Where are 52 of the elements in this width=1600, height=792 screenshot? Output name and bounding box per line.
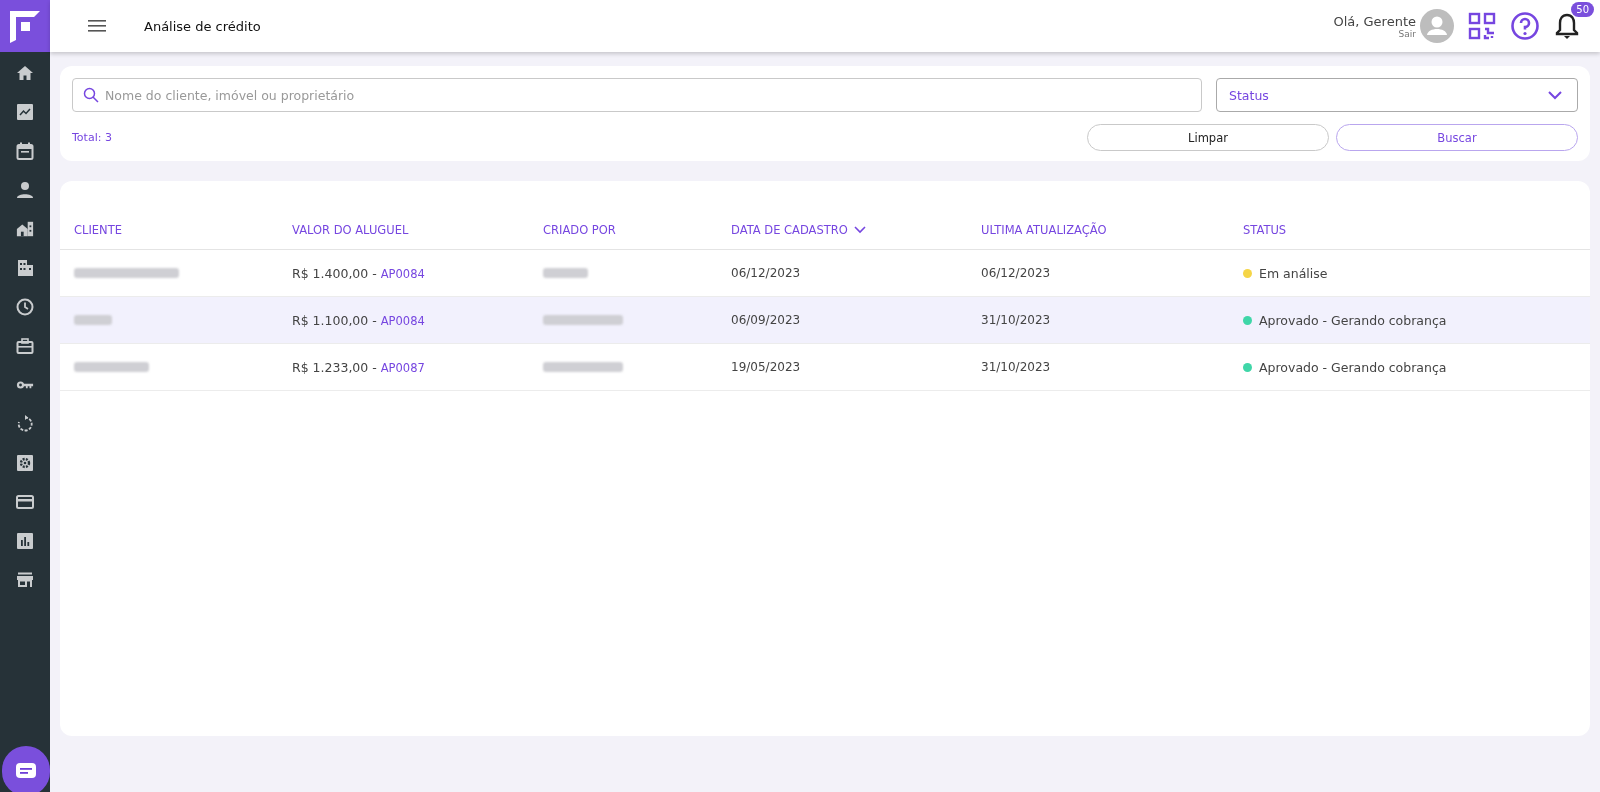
credit-card-icon[interactable] (16, 493, 34, 511)
clear-button[interactable]: Limpar (1087, 124, 1329, 151)
store-icon[interactable] (16, 571, 34, 589)
notification-badge: 50 (1571, 2, 1594, 17)
rent-value: R$ 1.400,00 - AP0084 (292, 265, 425, 281)
column-header: CRIADO POR (543, 223, 616, 237)
column-header: CLIENTE (74, 223, 122, 237)
column-header: STATUS (1243, 223, 1287, 237)
qr-code-icon[interactable] (1468, 12, 1496, 40)
calendar-icon[interactable] (16, 142, 34, 160)
greeting-text: Olá, Gerente (1333, 13, 1416, 29)
refresh-icon[interactable] (16, 415, 34, 433)
person-icon[interactable] (16, 181, 34, 199)
redacted-text (74, 315, 112, 325)
rent-value: R$ 1.233,00 - AP0087 (292, 359, 425, 375)
total-count: Total: 3 (72, 131, 112, 144)
logout-link[interactable]: Sair (1398, 28, 1416, 39)
column-header: ULTIMA ATUALIZAÇÃO (981, 223, 1107, 237)
chevron-down-icon (1547, 90, 1563, 100)
page-title: Análise de crédito (144, 18, 261, 34)
status-text: Aprovado - Gerando cobrança (1259, 312, 1447, 328)
table-cell: 06/09/2023 (731, 313, 801, 327)
gear-icon[interactable] (16, 454, 34, 472)
bell-icon[interactable] (1554, 12, 1580, 40)
briefcase-icon[interactable] (16, 337, 34, 355)
bar-chart-icon[interactable] (16, 532, 34, 550)
home-icon[interactable] (16, 64, 34, 82)
table-cell: 19/05/2023 (731, 360, 801, 374)
search-button[interactable]: Buscar (1336, 124, 1578, 151)
chart-icon[interactable] (16, 103, 34, 121)
search-field[interactable]: Nome do cliente, imóvel ou proprietário (72, 78, 1202, 112)
status-text: Em análise (1259, 265, 1328, 281)
redacted-text (543, 268, 588, 278)
status-dropdown[interactable]: Status (1216, 78, 1578, 112)
column-header: VALOR DO ALUGUEL (292, 223, 409, 237)
buildings-icon[interactable] (16, 259, 34, 277)
sort-chevron-icon[interactable] (853, 226, 866, 234)
chat-button[interactable] (2, 746, 50, 792)
table-cell: 06/12/2023 (981, 266, 1051, 280)
menu-icon[interactable] (88, 19, 106, 33)
house-icon[interactable] (16, 220, 34, 238)
status-text: Aprovado - Gerando cobrança (1259, 359, 1447, 375)
column-header[interactable]: DATA DE CADASTRO (731, 223, 848, 237)
table-row[interactable]: R$ 1.233,00 - AP0087 19/05/2023 31/10/2023 Aprovado - Gerando cobrança (60, 344, 1590, 391)
table-cell: 31/10/2023 (981, 360, 1051, 374)
rent-value: R$ 1.100,00 - AP0084 (292, 312, 425, 328)
chat-icon[interactable] (16, 763, 36, 779)
clock-icon[interactable] (16, 298, 34, 316)
table-cell: 06/12/2023 (731, 266, 801, 280)
table-cell: 31/10/2023 (981, 313, 1051, 327)
help-icon[interactable] (1510, 11, 1540, 41)
table-row[interactable]: R$ 1.100,00 - AP0084 06/09/2023 31/10/2023 Aprovado - Gerando cobrança (60, 297, 1590, 344)
